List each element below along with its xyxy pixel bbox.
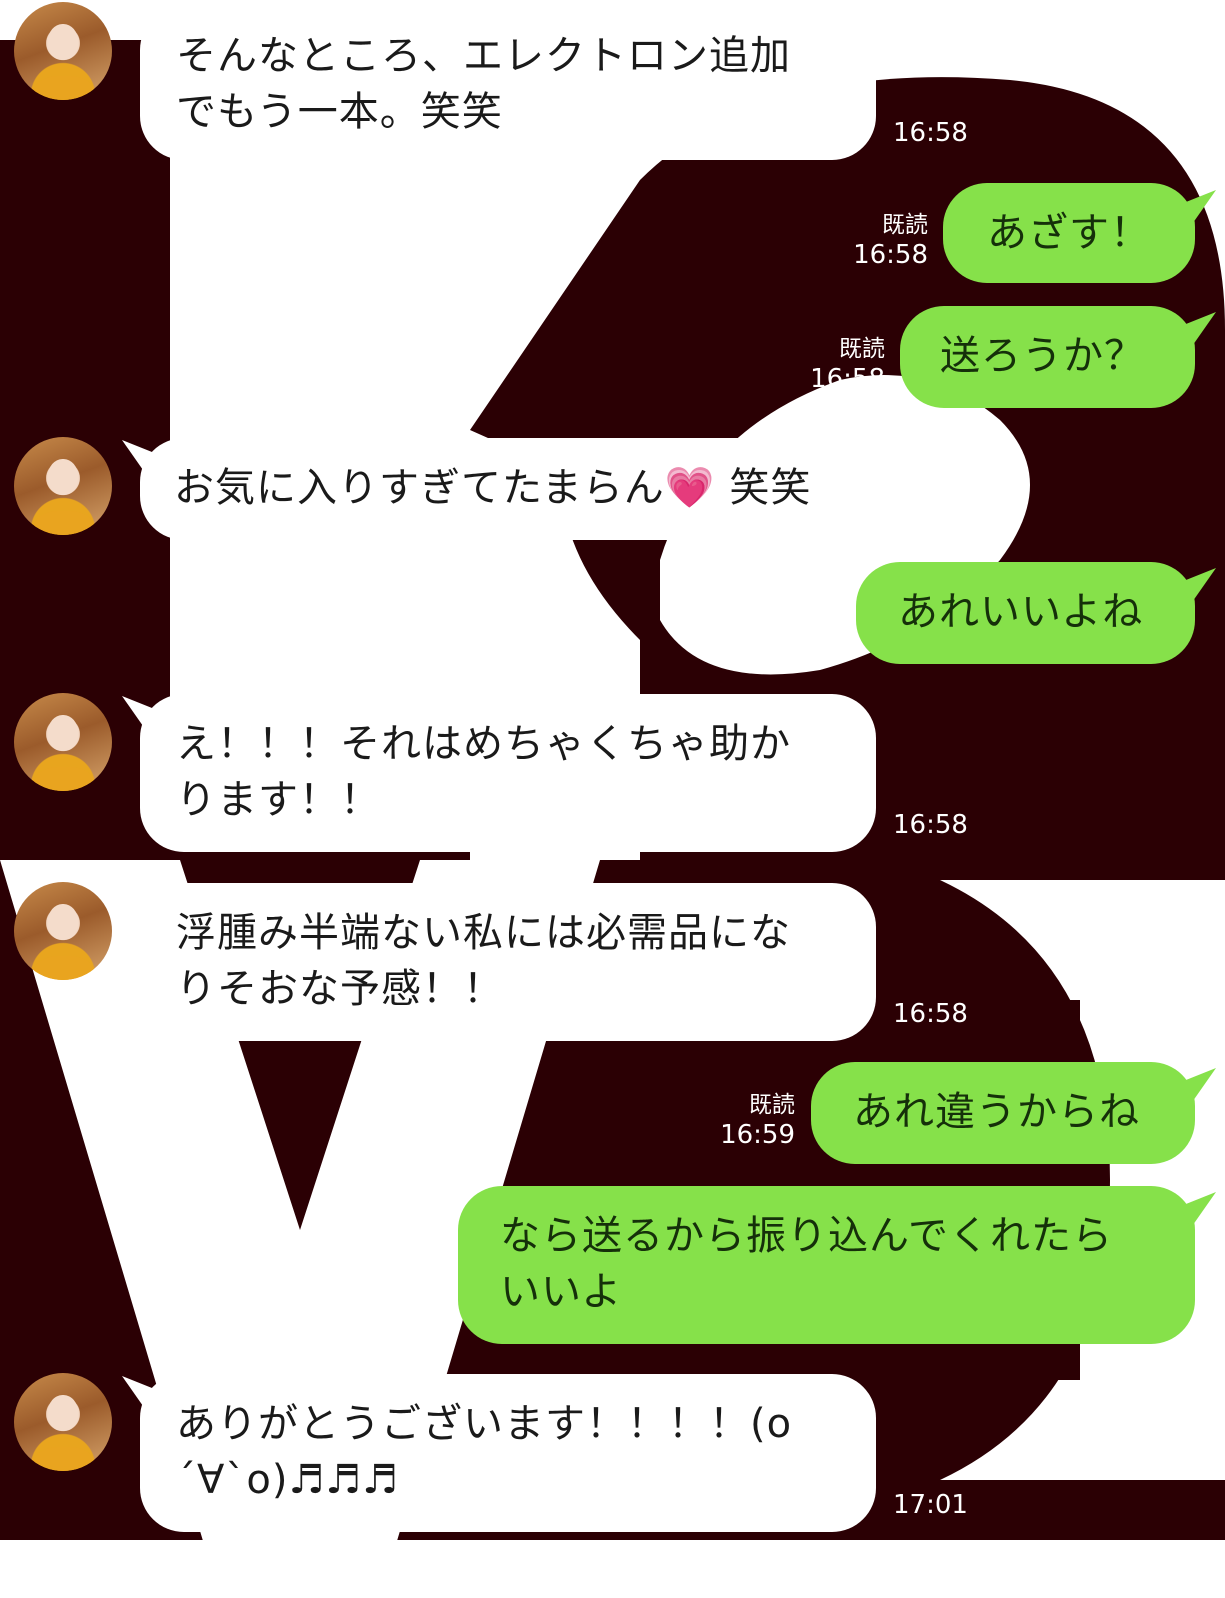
message-bubble-outgoing[interactable]: あれ違うからね [811,1062,1195,1164]
sender-avatar[interactable] [14,437,112,535]
message-bubble-outgoing[interactable]: 送ろうか？ [900,306,1195,408]
sender-avatar[interactable] [14,882,112,980]
message-bubble-outgoing[interactable]: なら送るから振り込んでくれたら いいよ [458,1186,1195,1344]
message-timestamp: 17:01 [893,1490,968,1520]
sender-avatar[interactable] [14,1373,112,1471]
message-timestamp: 16:58 [893,999,968,1029]
message-timestamp: 16:58 [893,810,968,840]
message-timestamp: 16:59 [720,1120,795,1150]
sender-avatar[interactable] [14,693,112,791]
message-timestamp: 16:58 [893,118,968,148]
message-bubble-outgoing[interactable]: あれいいよね [856,562,1195,664]
read-receipt: 既読 [749,1092,795,1118]
read-receipt: 既読 [882,212,928,238]
message-bubble-incoming[interactable]: ありがとうございます！！！！(o ´∀`o)♬♬♬ [140,1374,876,1532]
message-meta: 既読 16:58 [853,210,928,270]
message-bubble-incoming[interactable]: そんなところ、エレクトロン追加 でもう一本。笑笑 [140,6,876,160]
message-timestamp: 16:58 [893,500,968,530]
message-bubble-incoming[interactable]: え！！！それはめちゃくちゃ助か ります！！ [140,694,876,852]
message-bubble-incoming[interactable]: 浮腫み半端ない私には必需品にな りそおな予感！！ [140,883,876,1041]
message-timestamp: 16:58 [853,240,928,270]
message-bubble-outgoing[interactable]: あざす！ [943,183,1195,283]
read-receipt: 既読 [839,336,885,362]
message-bubble-incoming[interactable]: お気に入りすぎてたまらん💗 笑笑 [140,438,876,540]
message-timestamp: 16:58 [810,364,885,394]
message-meta: 既読 16:59 [720,1090,795,1150]
message-meta: 既読 16:58 [810,334,885,394]
sender-avatar[interactable] [14,2,112,100]
